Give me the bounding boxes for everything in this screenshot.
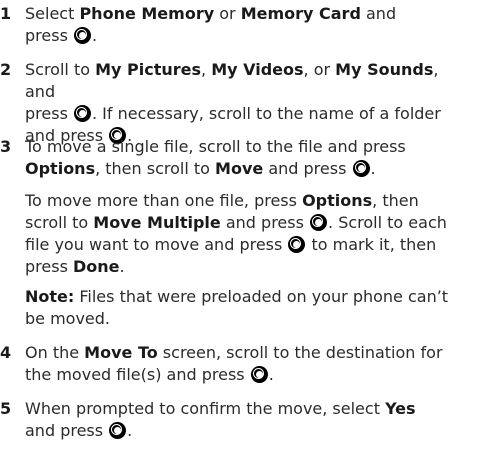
step-number: 4 xyxy=(0,343,12,362)
step-number: 2 xyxy=(0,60,12,79)
select-key-icon xyxy=(250,366,268,383)
select-key-icon xyxy=(310,214,328,231)
select-key-icon xyxy=(288,236,306,253)
step-5: 5 When prompted to confirm the move, sel… xyxy=(0,398,470,442)
step-text: When prompted to confirm the move, selec… xyxy=(25,399,416,440)
step-text: Scroll to My Pictures, My Videos, or My … xyxy=(25,60,441,145)
select-key-icon xyxy=(73,105,91,122)
select-key-icon xyxy=(109,422,127,439)
step-1: 1 Select Phone Memory or Memory Card and… xyxy=(0,3,470,47)
step-text: Select Phone Memory or Memory Card and p… xyxy=(25,4,397,45)
step-number: 1 xyxy=(0,4,12,23)
step-number: 3 xyxy=(0,137,12,156)
step-number: 5 xyxy=(0,399,12,418)
select-key-icon xyxy=(73,27,91,44)
step-text: On the Move To screen, scroll to the des… xyxy=(25,343,443,384)
step-3-multiple-paragraph: To move more than one file, press Option… xyxy=(25,191,447,276)
step-2: 2 Scroll to My Pictures, My Videos, or M… xyxy=(0,59,470,147)
step-4: 4 On the Move To screen, scroll to the d… xyxy=(0,342,470,386)
select-key-icon xyxy=(352,160,370,177)
note-paragraph: Note: Files that were preloaded on your … xyxy=(25,287,449,328)
step-text: To move a single file, scroll to the fil… xyxy=(25,137,406,178)
step-3: 3 To move a single file, scroll to the f… xyxy=(0,136,470,180)
